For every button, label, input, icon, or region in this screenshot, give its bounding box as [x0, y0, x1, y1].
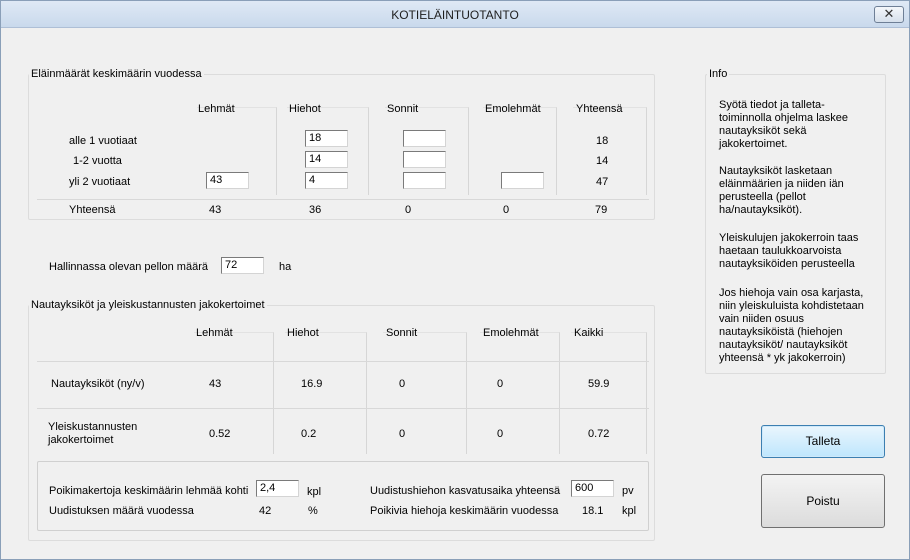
info-line: jakokertoimet. [719, 138, 788, 150]
yk-emolehmat: 0 [497, 428, 504, 440]
info-line: niin yleiskuluista kohdistetaan [719, 300, 864, 312]
info-line: Jos hiehoja vain osa karjasta, [719, 287, 864, 299]
units-header-emolehmat: Emolehmät [483, 327, 539, 339]
units-row-divider-1 [37, 361, 649, 362]
animals-header-sonnit: Sonnit [387, 103, 419, 115]
rearing-label: Uudistushiehon kasvatusaika yhteensä [370, 485, 561, 497]
totals-sonnit: 0 [405, 204, 412, 216]
info-paragraph-4: Jos hiehoja vain osa karjasta, niin ylei… [719, 287, 879, 365]
field-unit: ha [279, 261, 292, 273]
info-line: haetaan taulukkoarvoista [719, 245, 842, 257]
info-line: Nautayksiköt lasketaan [719, 165, 833, 177]
total-1to2: 14 [596, 155, 609, 167]
units-col-sonnit [383, 332, 467, 454]
info-line: nautayksiköiden perusteella [719, 258, 855, 270]
field-label: Hallinnassa olevan pellon määrä [49, 261, 208, 273]
units-header-hiehot: Hiehot [287, 327, 319, 339]
hiehot-under1-input[interactable]: 18 [305, 130, 348, 147]
units-col-emolehmat [480, 332, 560, 454]
rearing-unit: pv [622, 485, 634, 497]
info-line: perusteella (pellot [719, 191, 806, 203]
animals-header-hiehot: Hiehot [289, 103, 321, 115]
info-legend: Info [707, 68, 730, 80]
ny-emolehmat: 0 [497, 378, 504, 390]
animals-col-yhteensa [573, 107, 647, 195]
units-row-ny-label: Nautayksiköt (ny/v) [51, 378, 145, 390]
info-paragraph-2: Nautayksiköt lasketaan eläinmäärien ja n… [719, 165, 879, 217]
hiehot-over2-input[interactable]: 4 [305, 172, 348, 189]
units-row-divider-2 [37, 408, 649, 409]
totals-lehmat: 43 [209, 204, 222, 216]
animals-header-lehmat: Lehmät [198, 103, 235, 115]
totals-label: Yhteensä [69, 204, 116, 216]
info-paragraph-3: Yleiskulujen jakokerroin taas haetaan ta… [719, 232, 879, 271]
total-over2: 47 [596, 176, 609, 188]
ny-hiehot: 16.9 [301, 378, 323, 390]
units-legend: Nautayksiköt ja yleiskustannusten jakoke… [29, 299, 267, 311]
close-button[interactable]: ✕ [874, 6, 904, 23]
field-input[interactable]: 72 [221, 257, 264, 274]
totals-all: 79 [595, 204, 608, 216]
calvings-label: Poikimakertoja keskimäärin lehmää kohti [49, 485, 249, 497]
info-line: Syötä tiedot ja talleta- [719, 99, 825, 111]
info-line: yhteensä * yk jakokerroin) [719, 352, 846, 364]
yk-kaikki: 0.72 [588, 428, 610, 440]
yk-lehmat: 0.52 [209, 428, 231, 440]
window-title: KOTIELÄINTUOTANTO [391, 8, 519, 22]
animals-totals-divider [37, 199, 649, 200]
info-line: Yleiskulujen jakokerroin taas [719, 232, 859, 244]
sonnit-1to2-input[interactable] [403, 151, 446, 168]
yk-sonnit: 0 [399, 428, 406, 440]
row-label-1to2: 1-2 vuotta [73, 155, 122, 167]
renewal-unit: % [308, 505, 318, 517]
animals-legend: Eläinmäärät keskimäärin vuodessa [29, 68, 204, 80]
info-line: eläinmäärien ja niiden iän [719, 178, 844, 190]
row-label-over2: yli 2 vuotiaat [69, 176, 131, 188]
totals-emolehmat: 0 [503, 204, 510, 216]
heifers-label: Poikivia hiehoja keskimäärin vuodessa [370, 505, 559, 517]
info-line: nautayksiköt/ nautayksiköt [719, 339, 848, 351]
heifers-unit: kpl [622, 505, 637, 517]
info-line: ha/nautayksiköt). [719, 204, 803, 216]
info-line: toiminnolla ohjelma laskee [719, 112, 849, 124]
info-line: vain niiden osuus [719, 313, 805, 325]
animals-header-yhteensa: Yhteensä [576, 103, 623, 115]
row-label-under1: alle 1 vuotiaat [69, 135, 137, 147]
app-window: KOTIELÄINTUOTANTO ✕ Eläinmäärät keskimää… [0, 0, 910, 560]
renewal-label: Uudistuksen määrä vuodessa [49, 505, 194, 517]
units-header-lehmat: Lehmät [196, 327, 233, 339]
sonnit-over2-input[interactable] [403, 172, 446, 189]
renewal-value: 42 [259, 505, 272, 517]
units-header-sonnit: Sonnit [386, 327, 418, 339]
units-col-hiehot [285, 332, 367, 454]
emolehmat-over2-input[interactable] [501, 172, 544, 189]
ny-lehmat: 43 [209, 378, 222, 390]
sonnit-under1-input[interactable] [403, 130, 446, 147]
units-row-yk-label-2: jakokertoimet [48, 434, 114, 446]
units-header-kaikki: Kaikki [574, 327, 604, 339]
exit-button[interactable]: Poistu [761, 474, 885, 528]
lehmat-over2-input[interactable]: 43 [206, 172, 249, 189]
yk-hiehot: 0.2 [301, 428, 317, 440]
info-line: nautayksiköistä (hiehojen [719, 326, 843, 338]
units-col-lehmat [194, 332, 274, 454]
info-paragraph-1: Syötä tiedot ja talleta- toiminnolla ohj… [719, 99, 879, 151]
totals-hiehot: 36 [309, 204, 322, 216]
hiehot-1to2-input[interactable]: 14 [305, 151, 348, 168]
animals-header-emolehmat: Emolehmät [485, 103, 541, 115]
title-bar: KOTIELÄINTUOTANTO ✕ [1, 1, 909, 28]
save-button[interactable]: Talleta [761, 425, 885, 458]
ny-kaikki: 59.9 [588, 378, 610, 390]
calvings-unit: kpl [307, 486, 322, 498]
info-line: nautayksiköt sekä [719, 125, 807, 137]
heifers-value: 18.1 [582, 505, 604, 517]
rearing-input[interactable]: 600 [571, 480, 614, 497]
ny-sonnit: 0 [399, 378, 406, 390]
calvings-input[interactable]: 2,4 [256, 480, 299, 497]
units-row-yk-label-1: Yleiskustannusten [48, 421, 138, 433]
total-under1: 18 [596, 135, 609, 147]
